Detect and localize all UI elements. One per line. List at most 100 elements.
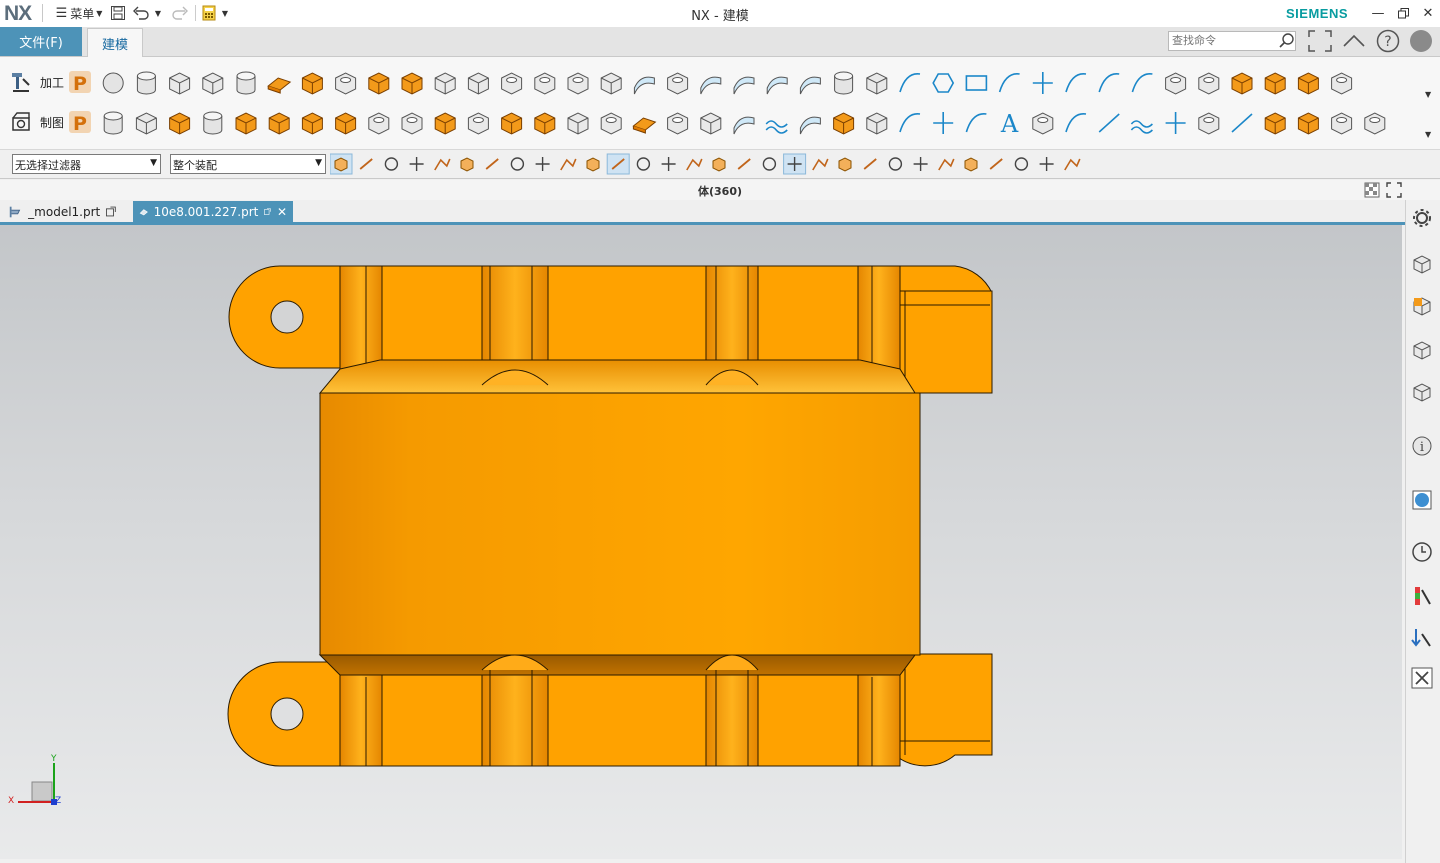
selection-tool-icon[interactable] bbox=[888, 157, 903, 171]
selection-tool-icon[interactable] bbox=[989, 158, 1003, 170]
help-button[interactable]: ? bbox=[1376, 29, 1400, 53]
ribbon-command-icon[interactable] bbox=[700, 112, 722, 135]
selection-tool-icon[interactable] bbox=[510, 157, 525, 171]
ribbon-command-icon[interactable] bbox=[733, 116, 755, 135]
ribbon-command-icon[interactable] bbox=[899, 73, 921, 93]
selection-tool-icon[interactable] bbox=[913, 157, 928, 171]
reuse-library-button[interactable] bbox=[1408, 378, 1436, 406]
ribbon-command-icon[interactable] bbox=[766, 76, 788, 95]
ribbon-command-icon[interactable] bbox=[632, 117, 657, 134]
ribbon-command-icon[interactable] bbox=[1130, 120, 1153, 134]
ribbon-command-icon[interactable] bbox=[1032, 72, 1053, 94]
ribbon-command-icon[interactable]: P bbox=[69, 111, 91, 135]
ribbon-command-icon[interactable] bbox=[1065, 113, 1087, 133]
selection-tool-icon[interactable] bbox=[661, 157, 676, 171]
tab-modeling[interactable]: 建模 bbox=[87, 28, 143, 57]
selection-tool-icon[interactable] bbox=[384, 157, 399, 171]
ribbon-command-icon[interactable] bbox=[1231, 72, 1253, 95]
selection-tool-icon[interactable] bbox=[783, 153, 807, 175]
save-button[interactable] bbox=[108, 2, 128, 24]
ribbon-command-icon[interactable] bbox=[401, 112, 423, 135]
selection-tool-icon[interactable] bbox=[964, 157, 978, 172]
ribbon-command-icon[interactable] bbox=[834, 71, 854, 95]
ribbon-command-icon[interactable] bbox=[501, 112, 523, 135]
selection-tool-icon[interactable] bbox=[460, 157, 474, 172]
ribbon-command-icon[interactable] bbox=[169, 112, 191, 135]
ribbon-command-icon[interactable] bbox=[335, 72, 357, 95]
ribbon-command-icon[interactable] bbox=[236, 71, 256, 95]
selection-tool-icon[interactable] bbox=[606, 153, 630, 175]
ribbon-command-icon[interactable] bbox=[933, 112, 954, 134]
selection-tool-icon[interactable] bbox=[636, 157, 651, 171]
ribbon-command-icon[interactable] bbox=[1264, 72, 1286, 95]
selection-tool-icon[interactable] bbox=[1064, 158, 1081, 171]
history-button[interactable] bbox=[1408, 538, 1436, 566]
ribbon-command-icon[interactable] bbox=[268, 112, 290, 135]
ribbon-command-icon[interactable] bbox=[799, 116, 821, 135]
selection-tool-icon[interactable] bbox=[737, 158, 751, 170]
ribbon-command-icon[interactable] bbox=[1165, 72, 1187, 95]
part-navigator-button[interactable] bbox=[1408, 336, 1436, 364]
ribbon-command-icon[interactable] bbox=[1297, 72, 1319, 95]
user-avatar[interactable] bbox=[1410, 30, 1432, 52]
settings-button[interactable] bbox=[1408, 204, 1436, 232]
selection-tool-icon[interactable] bbox=[409, 157, 424, 171]
ribbon-command-icon[interactable] bbox=[567, 112, 589, 135]
ribbon-command-icon[interactable] bbox=[1131, 73, 1153, 93]
constraint-navigator-button[interactable] bbox=[1408, 292, 1436, 320]
tab-file[interactable]: 文件(F) bbox=[0, 27, 82, 56]
ribbon-command-icon[interactable] bbox=[301, 72, 323, 95]
restore-button[interactable] bbox=[1393, 3, 1413, 23]
ribbon-command-icon[interactable] bbox=[866, 112, 888, 135]
drafting-launcher[interactable]: 制图 bbox=[8, 108, 68, 136]
doc-tab-model1[interactable]: _model1.prt bbox=[2, 201, 122, 222]
ribbon-command-icon[interactable] bbox=[765, 120, 788, 134]
ribbon-command-icon[interactable] bbox=[567, 72, 589, 95]
selection-tool-icon[interactable] bbox=[762, 157, 777, 171]
command-finder-input[interactable] bbox=[1170, 32, 1274, 49]
selection-tool-icon[interactable] bbox=[359, 158, 373, 170]
menu-button[interactable]: ☰ 菜单 ▼ bbox=[52, 2, 106, 24]
palette-button[interactable] bbox=[1408, 582, 1436, 610]
undo-dropdown[interactable]: ▼ bbox=[153, 2, 163, 24]
ribbon-command-icon[interactable] bbox=[103, 111, 123, 135]
touch-mode-button[interactable] bbox=[200, 2, 218, 24]
close-button[interactable]: ✕ bbox=[1418, 3, 1438, 23]
ribbon-command-icon[interactable]: A bbox=[1000, 110, 1019, 138]
selection-tool-icon[interactable] bbox=[712, 157, 726, 172]
ribbon-command-icon[interactable] bbox=[534, 72, 556, 95]
type-filter-dropdown[interactable]: 无选择过滤器 ▼ bbox=[12, 154, 161, 174]
web-browser-button[interactable] bbox=[1408, 486, 1436, 514]
ribbon-command-icon[interactable] bbox=[998, 73, 1020, 93]
ribbon-command-icon[interactable] bbox=[467, 112, 489, 135]
selection-tool-icon[interactable] bbox=[586, 157, 600, 172]
selection-tool-icon[interactable] bbox=[434, 158, 451, 171]
ribbon-command-icon[interactable] bbox=[1098, 73, 1120, 93]
ribbon-command-icon[interactable] bbox=[1198, 72, 1220, 95]
ribbon-command-icon[interactable] bbox=[434, 72, 456, 95]
close-tab-icon[interactable]: ✕ bbox=[277, 205, 287, 219]
assembly-navigator-button[interactable] bbox=[1408, 250, 1436, 278]
selection-tool-icon[interactable] bbox=[485, 158, 499, 170]
ribbon-command-icon[interactable] bbox=[203, 111, 223, 135]
search-button[interactable] bbox=[1278, 32, 1296, 50]
graphics-window[interactable]: Y X Z bbox=[0, 225, 1402, 859]
selection-tool-icon[interactable] bbox=[329, 153, 353, 175]
roles-button[interactable] bbox=[1408, 624, 1436, 652]
ribbon-command-icon[interactable] bbox=[1331, 72, 1353, 95]
selection-tool-icon[interactable] bbox=[686, 158, 703, 171]
full-screen-button[interactable] bbox=[1307, 29, 1333, 53]
ribbon-command-icon[interactable] bbox=[600, 72, 622, 95]
ribbon-command-icon[interactable] bbox=[534, 112, 556, 135]
toggle-graphics-button[interactable] bbox=[1364, 182, 1380, 198]
info-button[interactable]: i bbox=[1408, 432, 1436, 460]
selection-tool-icon[interactable] bbox=[535, 157, 550, 171]
ribbon-command-icon[interactable] bbox=[169, 72, 191, 95]
ribbon-command-icon[interactable] bbox=[1065, 73, 1087, 93]
ribbon-more-button[interactable]: ▼ bbox=[1425, 90, 1437, 102]
ribbon-command-icon[interactable] bbox=[501, 72, 523, 95]
minimize-button[interactable]: — bbox=[1368, 3, 1388, 23]
ribbon-more-button[interactable]: ▼ bbox=[1425, 130, 1437, 142]
ribbon-command-icon[interactable] bbox=[899, 113, 921, 133]
ribbon-command-icon[interactable] bbox=[1032, 112, 1054, 135]
